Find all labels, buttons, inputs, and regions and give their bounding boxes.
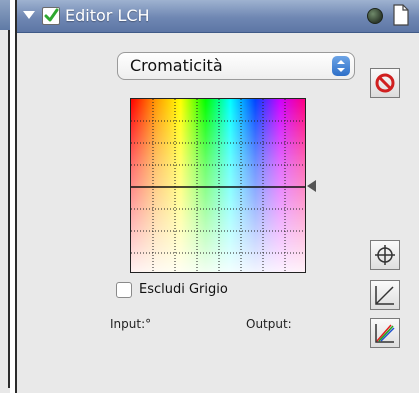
output-readout: Output: (246, 317, 292, 331)
input-readout: Input:° (110, 317, 152, 331)
status-led-icon (367, 8, 383, 24)
exclude-gray-checkbox[interactable] (116, 282, 132, 298)
exclude-gray-label: Escludi Grigio (139, 282, 228, 297)
enable-checkbox[interactable] (42, 7, 60, 25)
multicolor-curve-button[interactable] (370, 318, 400, 348)
prohibit-icon (375, 73, 395, 93)
curve-button[interactable] (370, 280, 400, 310)
crosshair-icon (375, 245, 395, 265)
panel-title: Editor LCH (65, 6, 150, 25)
reset-button[interactable] (370, 68, 400, 98)
crosshair-button[interactable] (370, 240, 400, 270)
curve-handle[interactable] (307, 180, 316, 192)
channel-dropdown[interactable]: Cromaticità (117, 52, 355, 80)
channel-dropdown-value: Cromaticità (130, 56, 223, 75)
dropdown-arrows-icon (332, 56, 350, 76)
panel-titlebar: Editor LCH (17, 0, 419, 33)
checkmark-icon (44, 8, 59, 22)
grid-lines (131, 99, 305, 272)
chroma-curve-grid[interactable] (130, 98, 306, 273)
adjacent-panel-edge (0, 0, 10, 393)
multicolor-curve-icon (375, 324, 395, 343)
adjacent-panel-border (8, 30, 10, 388)
adjacent-panel-titlebar (0, 0, 10, 30)
page-icon[interactable] (391, 3, 411, 27)
curve-icon (375, 286, 394, 305)
disclosure-triangle-icon[interactable] (23, 11, 35, 19)
lch-editor-panel: Editor LCH Cromaticità Escludi Grigio In… (15, 0, 419, 393)
